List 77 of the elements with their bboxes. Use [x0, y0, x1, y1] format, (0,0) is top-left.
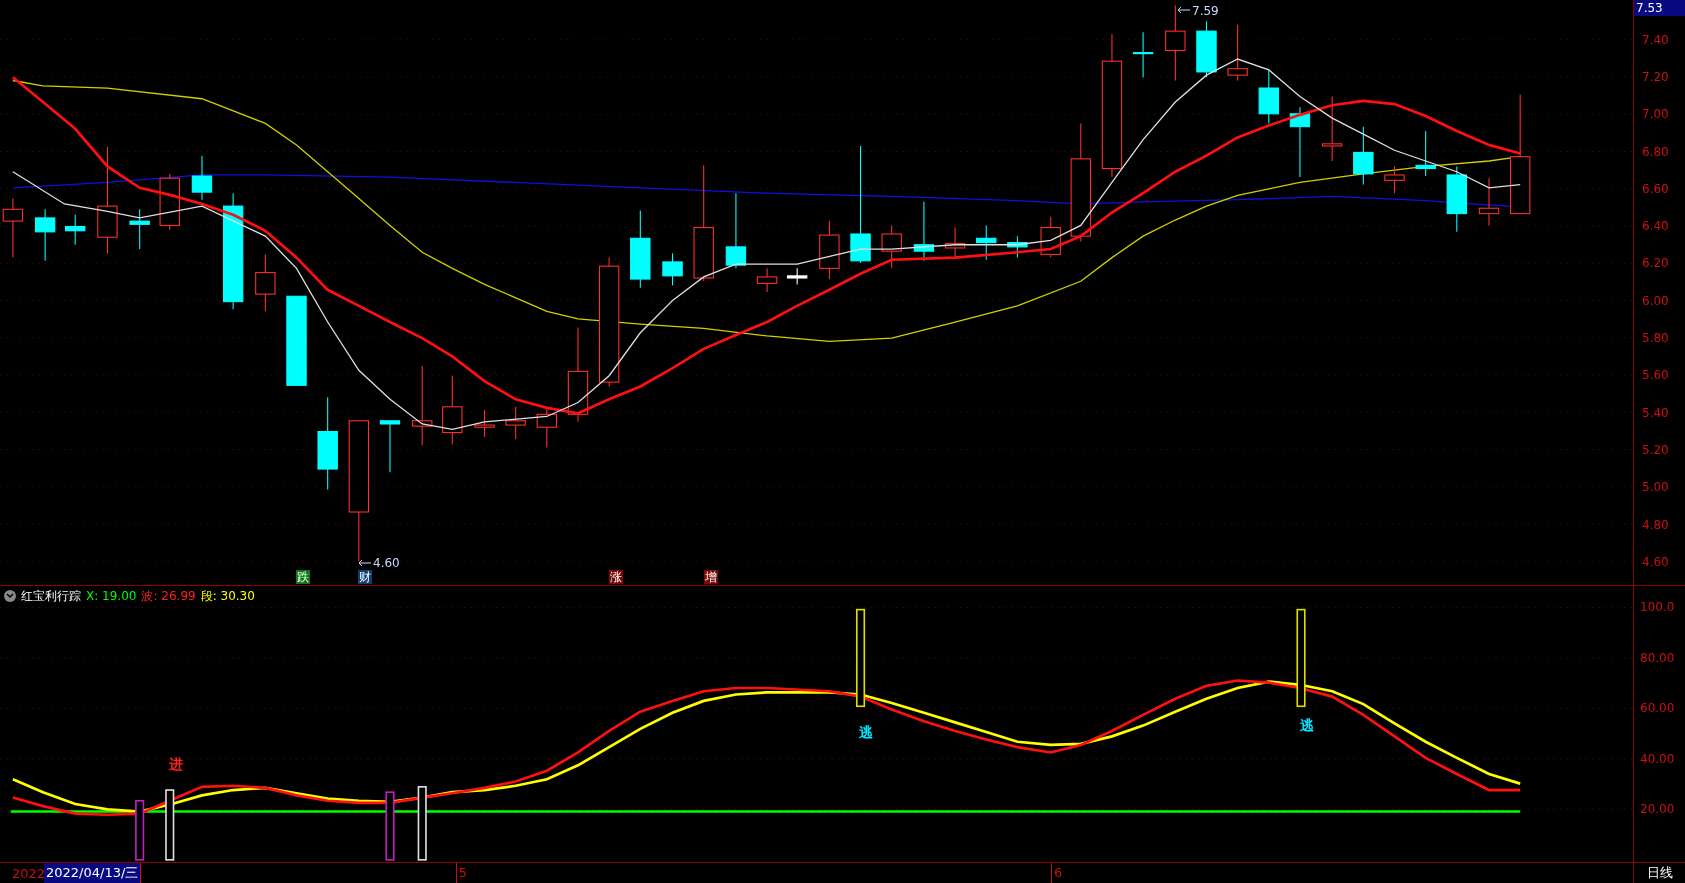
price-tick-label: 4.60	[1642, 554, 1669, 569]
candlestick	[1258, 69, 1279, 124]
cursor-date-label: 2022/04/13/三	[44, 863, 142, 883]
signal-label: 逃	[1300, 717, 1314, 733]
candlestick	[1384, 165, 1405, 194]
candlestick	[1289, 106, 1311, 178]
price-tick-label: 5.80	[1642, 331, 1669, 346]
period-label[interactable]: 日线	[1633, 863, 1685, 883]
signal-bar	[385, 791, 395, 861]
arrow-icon	[358, 559, 372, 567]
candlestick	[976, 224, 997, 261]
signal-bar	[135, 800, 145, 861]
price-tick-label: 5.00	[1642, 480, 1669, 495]
candlestick	[819, 220, 840, 280]
candlestick	[756, 267, 778, 293]
arrow-icon	[1177, 6, 1191, 14]
candlestick	[1353, 126, 1374, 186]
candlestick	[1322, 96, 1343, 162]
candlestick	[505, 406, 526, 440]
candlestick	[191, 155, 213, 201]
price-tick-label: 6.60	[1642, 181, 1669, 196]
date-start-label: 2022	[12, 865, 46, 883]
high-price-label: 7.59	[1192, 3, 1219, 20]
signal-bar	[165, 789, 175, 861]
indicator-tick-label: 80.00	[1640, 650, 1675, 665]
signal-label: 逃	[859, 724, 873, 740]
event-tag: 增	[704, 570, 718, 584]
price-tick-label: 6.40	[1642, 219, 1669, 234]
candlestick	[34, 208, 56, 262]
indicator-tick-label: 20.00	[1640, 802, 1675, 816]
indicator-value: 波: 26.99	[141, 588, 196, 605]
candlestick	[1478, 177, 1500, 226]
event-tag: 跌	[296, 570, 310, 584]
month-label: 6	[1050, 863, 1063, 883]
price-tick-label: 6.80	[1642, 144, 1669, 159]
candlestick	[1415, 130, 1436, 177]
candlestick	[1007, 235, 1028, 259]
candlestick	[786, 267, 808, 285]
price-tick-label: 6.20	[1642, 256, 1669, 271]
candlestick	[913, 201, 935, 262]
candlestick	[65, 214, 86, 246]
collapse-icon[interactable]	[4, 590, 16, 602]
event-tag: 财	[358, 570, 372, 584]
price-tick-label: 5.60	[1642, 368, 1669, 383]
indicator-value: X: 19.00	[86, 588, 137, 605]
indicator-tick-label: 100.0	[1640, 600, 1675, 614]
candlestick	[1446, 165, 1467, 233]
price-tick-label: 5.20	[1642, 442, 1669, 457]
price-tick-label: 7.20	[1642, 70, 1669, 85]
candlestick	[1040, 216, 1061, 259]
candlestick	[536, 407, 558, 449]
price-tick-label: 4.80	[1642, 517, 1669, 532]
current-price-label: 7.53	[1634, 0, 1685, 16]
candlestick	[881, 224, 902, 269]
indicator-tick-label: 60.00	[1640, 701, 1675, 715]
candlestick	[442, 375, 463, 445]
candlestick	[1227, 24, 1248, 82]
candlestick	[255, 253, 276, 312]
month-label: 5	[455, 863, 467, 883]
candlestick	[159, 173, 180, 231]
candlestick	[1132, 31, 1154, 78]
indicator-tick-label: 40.00	[1640, 751, 1675, 766]
indicator-value: 段: 30.30	[200, 588, 255, 605]
candlestick	[1196, 20, 1217, 78]
event-tag: 涨	[609, 570, 623, 584]
price-tick-label: 7.00	[1642, 107, 1669, 122]
signal-label: 进	[169, 756, 183, 772]
candlestick	[474, 409, 495, 438]
price-tick-label: 7.40	[1642, 32, 1669, 47]
indicator-name: 红宝利行踪	[21, 588, 81, 605]
candlestick	[129, 208, 150, 250]
candlestick	[662, 252, 683, 287]
candlestick	[379, 420, 401, 473]
price-tick-label: 6.00	[1642, 293, 1669, 308]
price-tick-label: 5.40	[1642, 405, 1669, 420]
candlestick	[944, 227, 966, 259]
low-price-label: 4.60	[373, 555, 400, 572]
